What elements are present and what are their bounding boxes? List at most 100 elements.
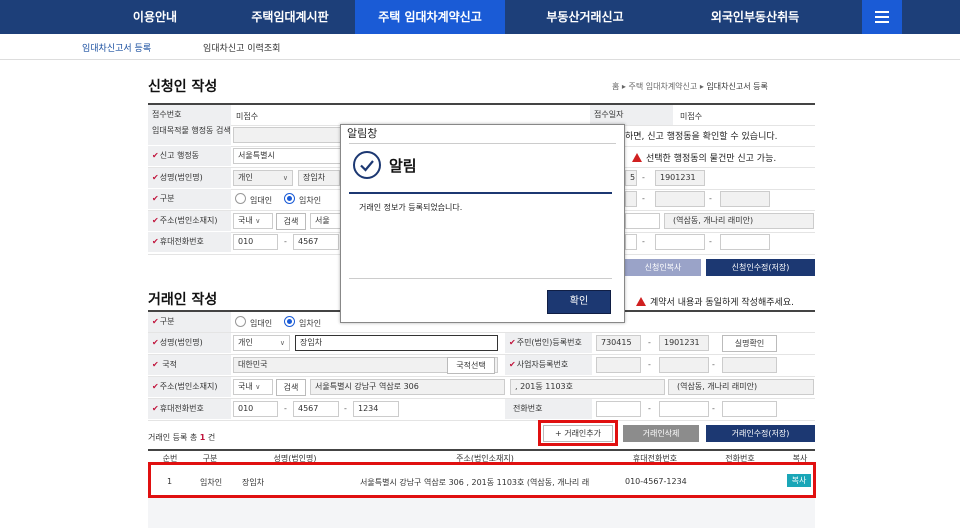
trader-role-lessor-label: 임대인 [250, 319, 273, 328]
dash: - [642, 194, 645, 203]
phone-label: ✔휴대전화번호 [148, 232, 231, 252]
dash: - [709, 237, 712, 246]
dong-search-label: 임대목적물 행정동 검색 [148, 125, 231, 145]
role-lessee-label: 임차인 [299, 196, 322, 205]
trader-phone-part1[interactable]: 010 [233, 401, 278, 417]
applicant-tel-front[interactable] [625, 234, 637, 250]
subnav-register[interactable]: 임대차신고서 등록 [82, 41, 151, 54]
applicant-bizno-back[interactable] [720, 191, 770, 207]
dash: - [642, 173, 645, 182]
nav-item-board[interactable]: 주택임대계시판 [225, 0, 355, 34]
trader-tel-mid[interactable] [659, 401, 709, 417]
nationality-select-button[interactable]: 국적선택 [447, 357, 495, 374]
phone-part2[interactable]: 4567 [293, 234, 339, 250]
chevron-down-icon: ∨ [255, 217, 261, 225]
trader-address-field: 서울특별시 강남구 역삼로 306 [310, 379, 505, 395]
trader-role-label: ✔구분 [148, 312, 231, 332]
trader-role-lessor-radio[interactable] [235, 316, 246, 327]
trader-role-lessee-label: 임차인 [299, 319, 322, 328]
dong-search-input[interactable] [233, 127, 343, 143]
sub-navigation: 임대차신고서 등록 임대차신고 이력조회 [0, 34, 960, 60]
hamburger-menu-icon[interactable] [862, 0, 902, 34]
receipt-no-value: 미접수 [236, 112, 259, 121]
trader-address-search-button[interactable]: 검색 [276, 379, 306, 396]
highlight-add-button [538, 420, 618, 446]
save-applicant-button[interactable]: 신청인수정(저장) [706, 259, 815, 276]
dash: - [284, 237, 287, 246]
trader-bizno-back[interactable] [722, 357, 777, 373]
address-search-button[interactable]: 검색 [276, 213, 306, 230]
trader-rrn-label: ✔주민(법인)등록번호 [505, 333, 592, 353]
trader-address-detail[interactable]: , 201동 1103호 [510, 379, 665, 395]
dong-search-notice: 하면, 신고 행정동을 확인할 수 있습니다. [625, 132, 778, 142]
save-trader-button[interactable]: 거래인수정(저장) [706, 425, 815, 442]
trader-section-title: 거래인 작성 [148, 292, 218, 308]
report-dong-field[interactable]: 서울특별시 [233, 148, 343, 164]
dialog-header-line [349, 143, 616, 144]
applicant-section-title: 신청인 작성 [148, 79, 218, 95]
bizno-label: ✔사업자등록번호 [505, 355, 592, 375]
trader-rrn-front[interactable]: 730415 [596, 335, 641, 351]
dialog-footer-line [349, 278, 612, 279]
warning-icon [632, 153, 642, 162]
nav-item-foreign[interactable]: 외국인부동산취득 [680, 0, 830, 34]
dialog-title: 알림창 [347, 127, 378, 140]
nav-item-guide[interactable]: 이용안내 [100, 0, 210, 34]
receipt-no-label: 접수번호 [148, 105, 231, 125]
nav-item-lease-report[interactable]: 주택 임대차계약신고 [355, 0, 505, 34]
copy-applicant-button[interactable]: 신청인복사 [625, 259, 701, 276]
breadcrumb-mid[interactable]: 주택 임대차계약신고 [628, 82, 697, 91]
rrn-front-input[interactable]: 5 [625, 170, 637, 186]
address-country-select[interactable]: 국내 ∨ [233, 213, 273, 229]
receipt-date-value: 미접수 [680, 112, 703, 121]
trader-role-lessee-radio[interactable] [284, 316, 295, 327]
phone-part1[interactable]: 010 [233, 234, 278, 250]
report-dong-label: ✔신고 행정동 [148, 146, 231, 166]
subnav-history[interactable]: 임대차신고 이력조회 [203, 41, 280, 54]
breadcrumb-home[interactable]: 홈 [612, 82, 619, 91]
address-extra-field: (역삼동, 개나리 래미안) [664, 213, 814, 229]
highlight-table-row [148, 462, 816, 498]
name-label: ✔성명(법인명) [148, 168, 231, 188]
rrn-back-input[interactable]: 1901231 [655, 170, 705, 186]
role-lessee-radio[interactable] [284, 193, 295, 204]
dash: - [344, 404, 347, 413]
applicant-bizno-mid[interactable] [655, 191, 705, 207]
dash: - [712, 360, 715, 369]
ok-button[interactable]: 확인 [547, 290, 611, 314]
trader-country-select[interactable]: 국내 ∨ [233, 379, 273, 395]
verify-name-button[interactable]: 실명확인 [722, 335, 777, 352]
trader-bizno-front[interactable] [596, 357, 641, 373]
trader-bizno-mid[interactable] [659, 357, 709, 373]
dash: - [712, 404, 715, 413]
applicant-bizno-front[interactable] [625, 191, 637, 207]
name-input[interactable]: 장임차 [298, 170, 340, 186]
applicant-tel-mid[interactable] [655, 234, 705, 250]
dash: - [648, 338, 651, 347]
alert-dialog: 알림창 알림 거래인 정보가 등록되었습니다. 확인 [340, 124, 625, 323]
role-label: ✔구분 [148, 189, 231, 209]
role-lessor-radio[interactable] [235, 193, 246, 204]
address-detail-field[interactable] [625, 213, 660, 229]
person-type-select[interactable]: 개인 ∨ [233, 170, 293, 186]
trader-rrn-back[interactable]: 1901231 [659, 335, 709, 351]
dash: - [648, 360, 651, 369]
applicant-tel-back[interactable] [720, 234, 770, 250]
address-field[interactable]: 서울 [310, 213, 342, 229]
chevron-down-icon: ∨ [282, 174, 288, 182]
role-lessor-label: 임대인 [250, 196, 273, 205]
breadcrumb-current: 임대차신고서 등록 [706, 82, 768, 91]
dialog-divider [349, 192, 612, 194]
trader-name-input[interactable]: 장임차 [295, 335, 498, 351]
delete-trader-button[interactable]: 거래인삭제 [623, 425, 699, 442]
dialog-message: 거래인 정보가 등록되었습니다. [359, 203, 463, 212]
trader-tel-front[interactable] [596, 401, 641, 417]
warning-icon [636, 297, 646, 306]
trader-tel-back[interactable] [722, 401, 777, 417]
trader-phone-part3[interactable]: 1234 [353, 401, 399, 417]
trader-phone-part2[interactable]: 4567 [293, 401, 339, 417]
chevron-down-icon: ∨ [279, 339, 285, 347]
dialog-heading: 알림 [389, 157, 417, 175]
trader-person-type-select[interactable]: 개인 ∨ [233, 335, 290, 351]
nav-item-realestate-report[interactable]: 부동산거래신고 [520, 0, 650, 34]
